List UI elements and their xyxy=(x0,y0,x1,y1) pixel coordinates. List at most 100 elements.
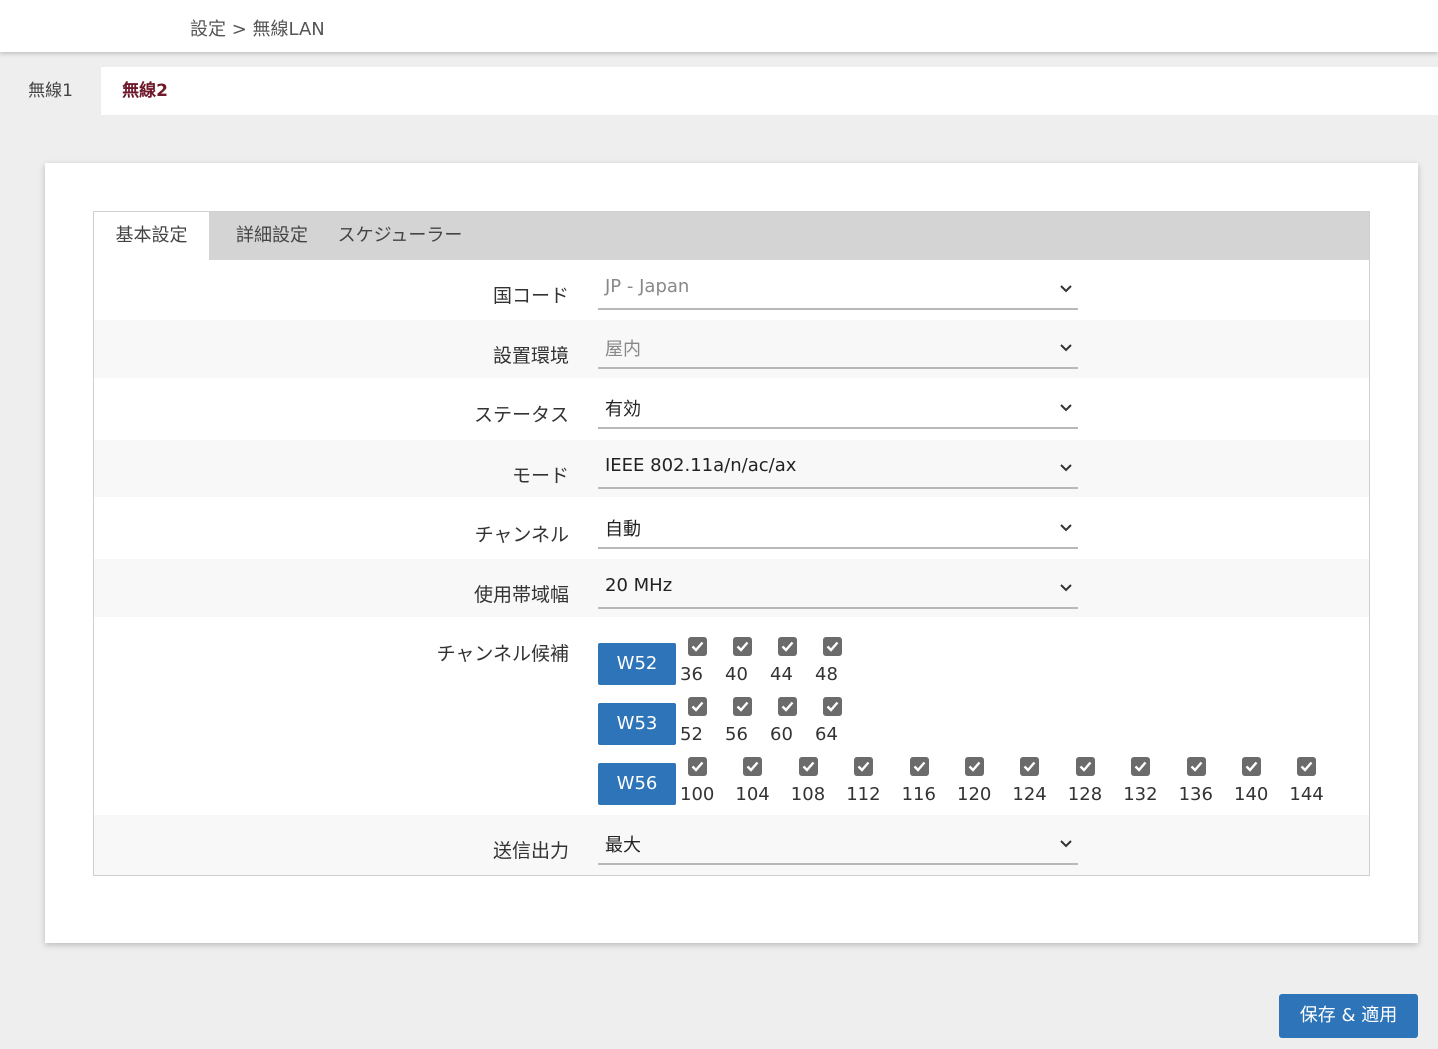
channel-checkbox[interactable] xyxy=(778,697,797,716)
channel-number: 112 xyxy=(846,784,881,805)
environment-select[interactable]: 屋内 xyxy=(598,331,1078,369)
channel-number: 44 xyxy=(770,664,793,685)
country-code-value: JP - Japan xyxy=(605,276,690,297)
channel-number: 60 xyxy=(770,724,793,745)
checkmark-icon xyxy=(913,761,926,772)
row-country-code: 国コード JP - Japan xyxy=(94,260,1369,320)
channel-candidates-label: チャンネル候補 xyxy=(436,643,569,665)
row-bandwidth: 使用帯域幅 20 MHz xyxy=(94,559,1369,617)
chevron-down-icon xyxy=(1060,344,1072,352)
checkmark-icon xyxy=(747,761,759,772)
group-button-w52[interactable]: W52 xyxy=(598,643,676,685)
channel-number: 40 xyxy=(725,664,748,685)
channel-number: 36 xyxy=(680,664,703,685)
checkmark-icon xyxy=(691,761,704,772)
channel-checkbox[interactable] xyxy=(733,697,752,716)
channel-checkbox[interactable] xyxy=(823,697,842,716)
chevron-down-icon xyxy=(1060,584,1072,592)
chevron-down-icon xyxy=(1060,524,1072,532)
channel-checkbox[interactable] xyxy=(778,637,797,656)
channel-checkbox[interactable] xyxy=(854,757,874,776)
channel-checkbox[interactable] xyxy=(965,757,984,776)
settings-card: 基本設定 詳細設定 スケジューラー 国コード JP - Japan 設置環境 屋… xyxy=(45,163,1418,943)
channel-label: チャンネル xyxy=(474,524,569,546)
bandwidth-select[interactable]: 20 MHz xyxy=(598,571,1078,609)
environment-value: 屋内 xyxy=(605,339,641,360)
top-tab-bar: 無線1 無線2 xyxy=(0,67,1438,115)
channel-number: 52 xyxy=(680,724,703,745)
checkmark-icon xyxy=(1134,761,1147,772)
tab-advanced-settings[interactable]: 詳細設定 xyxy=(219,212,325,260)
checkmark-icon xyxy=(857,761,870,772)
chevron-down-icon xyxy=(1060,840,1072,848)
channel-checkbox[interactable] xyxy=(798,757,818,776)
save-apply-button[interactable]: 保存 & 適用 xyxy=(1279,994,1418,1038)
channel-checkbox[interactable] xyxy=(1297,757,1317,776)
channel-number: 48 xyxy=(815,664,838,685)
breadcrumb: 設定 > 無線LAN xyxy=(190,19,325,40)
environment-label: 設置環境 xyxy=(492,345,569,367)
checkmark-icon xyxy=(736,641,749,652)
checkmark-icon xyxy=(1245,761,1258,772)
status-select[interactable]: 有効 xyxy=(598,391,1078,429)
bandwidth-label: 使用帯域幅 xyxy=(473,584,569,606)
mode-label: モード xyxy=(511,465,569,487)
channel-number: 108 xyxy=(790,784,826,805)
channel-checkbox[interactable] xyxy=(733,637,752,656)
chevron-down-icon xyxy=(1060,464,1072,472)
chevron-down-icon xyxy=(1060,404,1072,412)
tab-basic-settings[interactable]: 基本設定 xyxy=(94,212,209,260)
channel-checkbox[interactable] xyxy=(688,757,707,776)
sub-tab-bar: 基本設定 詳細設定 スケジューラー xyxy=(94,212,1369,260)
country-code-label: 国コード xyxy=(492,285,569,307)
row-channel-candidates: チャンネル候補 W52 36 40 44 48 W53 52 56 60 64 W56 100 104 1… xyxy=(94,617,1369,815)
mode-value: IEEE 802.11a/n/ac/ax xyxy=(605,455,797,476)
row-status: ステータス 有効 xyxy=(94,378,1369,440)
channel-number: 136 xyxy=(1178,784,1213,805)
channel-checkbox[interactable] xyxy=(688,697,707,716)
channel-number: 56 xyxy=(725,724,748,745)
channel-checkbox[interactable] xyxy=(1186,757,1206,776)
channel-select[interactable]: 自動 xyxy=(598,511,1078,549)
group-button-w53[interactable]: W53 xyxy=(598,703,676,745)
channel-value: 自動 xyxy=(605,519,641,540)
checkmark-icon xyxy=(1079,761,1092,772)
channel-checkbox[interactable] xyxy=(1075,757,1095,776)
tab-scheduler[interactable]: スケジューラー xyxy=(337,212,463,260)
checkmark-icon xyxy=(781,701,794,712)
channel-number: 144 xyxy=(1289,784,1324,805)
channel-number: 132 xyxy=(1123,784,1158,805)
country-code-select[interactable]: JP - Japan xyxy=(598,272,1078,310)
checkmark-icon xyxy=(781,641,794,652)
channel-checkbox[interactable] xyxy=(743,757,763,776)
channel-checkbox[interactable] xyxy=(1242,757,1261,776)
channel-number: 104 xyxy=(735,784,770,805)
channel-checkbox[interactable] xyxy=(1020,757,1040,776)
channel-number: 116 xyxy=(901,784,936,805)
status-label: ステータス xyxy=(473,404,569,426)
checkmark-icon xyxy=(1190,761,1203,772)
channel-checkbox[interactable] xyxy=(909,757,929,776)
settings-panel: 基本設定 詳細設定 スケジューラー 国コード JP - Japan 設置環境 屋… xyxy=(93,211,1370,876)
checkmark-icon xyxy=(1024,761,1036,772)
group-button-w56[interactable]: W56 xyxy=(598,763,676,805)
tab-wireless-1[interactable]: 無線1 xyxy=(0,67,101,115)
channel-checkbox[interactable] xyxy=(823,637,842,656)
channel-checkbox[interactable] xyxy=(1131,757,1151,776)
channel-number: 100 xyxy=(680,784,715,805)
bandwidth-value: 20 MHz xyxy=(605,575,673,596)
channel-number: 128 xyxy=(1067,784,1103,805)
header-bar: 設定 > 無線LAN xyxy=(0,0,1438,52)
channel-checkbox[interactable] xyxy=(688,637,707,656)
channel-number: 124 xyxy=(1012,784,1047,805)
checkmark-icon xyxy=(736,701,749,712)
tx-power-select[interactable]: 最大 xyxy=(598,827,1078,865)
mode-select[interactable]: IEEE 802.11a/n/ac/ax xyxy=(598,451,1078,489)
tab-wireless-2[interactable]: 無線2 xyxy=(101,67,189,115)
tx-power-label: 送信出力 xyxy=(492,840,569,862)
chevron-down-icon xyxy=(1060,285,1072,293)
checkmark-icon xyxy=(691,641,704,652)
tx-power-value: 最大 xyxy=(605,835,641,856)
checkmark-icon xyxy=(968,761,981,772)
channel-number: 64 xyxy=(815,724,838,745)
